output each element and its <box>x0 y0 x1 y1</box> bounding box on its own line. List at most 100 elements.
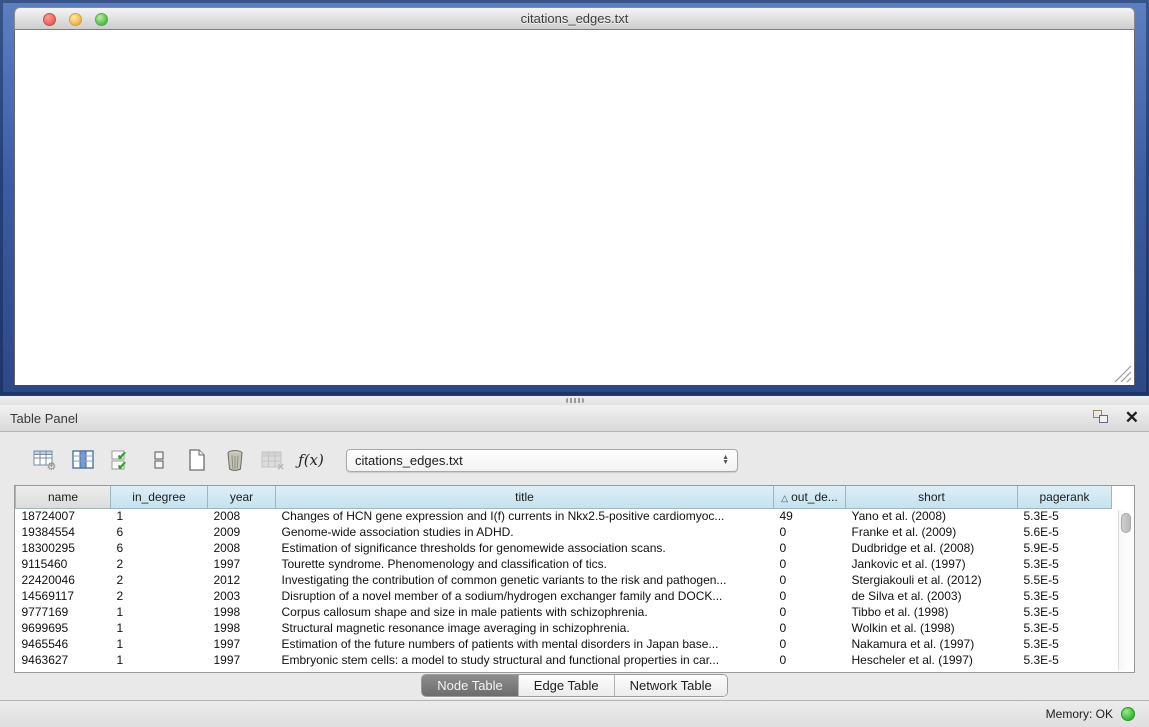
tab-network-table[interactable]: Network Table <box>614 675 727 696</box>
table-cell[interactable]: Stergiakouli et al. (2012) <box>846 572 1018 588</box>
table-row[interactable]: 1830029562008Estimation of significance … <box>16 540 1112 556</box>
table-cell[interactable]: 0 <box>774 636 846 652</box>
table-cell[interactable]: 49 <box>774 508 846 524</box>
table-cell[interactable]: 2 <box>111 556 208 572</box>
close-panel-icon[interactable]: ✕ <box>1125 410 1139 426</box>
table-cell[interactable]: 2008 <box>208 508 276 524</box>
column-header-title[interactable]: title <box>276 486 774 508</box>
table-cell[interactable]: 2012 <box>208 572 276 588</box>
table-cell[interactable]: Estimation of significance thresholds fo… <box>276 540 774 556</box>
table-cell[interactable]: 1 <box>111 604 208 620</box>
table-cell[interactable]: 1997 <box>208 652 276 668</box>
table-cell[interactable]: 5.3E-5 <box>1018 636 1112 652</box>
table-cell[interactable]: 1 <box>111 620 208 636</box>
table-row[interactable]: 946362711997Embryonic stem cells: a mode… <box>16 652 1112 668</box>
table-cell[interactable]: Franke et al. (2009) <box>846 524 1018 540</box>
table-cell[interactable]: 2003 <box>208 588 276 604</box>
table-cell[interactable]: de Silva et al. (2003) <box>846 588 1018 604</box>
table-cell[interactable]: 0 <box>774 556 846 572</box>
table-cell[interactable]: 1997 <box>208 636 276 652</box>
table-cell[interactable]: 1998 <box>208 620 276 636</box>
table-cell[interactable]: 9777169 <box>16 604 111 620</box>
table-selector-dropdown[interactable]: citations_edges.txt ▲▼ <box>346 449 738 472</box>
delete-column-button[interactable] <box>220 445 250 475</box>
column-header-pagerank[interactable]: pagerank <box>1018 486 1112 508</box>
table-cell[interactable]: Tourette syndrome. Phenomenology and cla… <box>276 556 774 572</box>
close-window-button[interactable] <box>43 13 56 26</box>
memory-ok-indicator-icon[interactable] <box>1121 707 1135 721</box>
zoom-window-button[interactable] <box>95 13 108 26</box>
table-row[interactable]: 977716911998Corpus callosum shape and si… <box>16 604 1112 620</box>
table-cell[interactable]: 5.5E-5 <box>1018 572 1112 588</box>
table-cell[interactable]: Dudbridge et al. (2008) <box>846 540 1018 556</box>
table-row[interactable]: 969969511998Structural magnetic resonanc… <box>16 620 1112 636</box>
table-cell[interactable]: Jankovic et al. (1997) <box>846 556 1018 572</box>
table-cell[interactable]: 5.9E-5 <box>1018 540 1112 556</box>
table-cell[interactable]: 9463627 <box>16 652 111 668</box>
table-cell[interactable]: 0 <box>774 604 846 620</box>
tab-edge-table[interactable]: Edge Table <box>518 675 614 696</box>
table-cell[interactable]: Yano et al. (2008) <box>846 508 1018 524</box>
table-cell[interactable]: 5.3E-5 <box>1018 588 1112 604</box>
table-cell[interactable]: Corpus callosum shape and size in male p… <box>276 604 774 620</box>
delete-table-button[interactable]: ✕ <box>258 445 288 475</box>
minimize-window-button[interactable] <box>69 13 82 26</box>
table-cell[interactable]: 18300295 <box>16 540 111 556</box>
table-cell[interactable]: Structural magnetic resonance image aver… <box>276 620 774 636</box>
table-cell[interactable]: 0 <box>774 588 846 604</box>
table-cell[interactable]: 2 <box>111 588 208 604</box>
canvas-resize-grip[interactable] <box>1115 366 1131 382</box>
table-row[interactable]: 911546021997Tourette syndrome. Phenomeno… <box>16 556 1112 572</box>
table-row[interactable]: 1872400712008Changes of HCN gene express… <box>16 508 1112 524</box>
column-header-short[interactable]: short <box>846 486 1018 508</box>
table-cell[interactable]: 1 <box>111 636 208 652</box>
table-cell[interactable]: 2 <box>111 572 208 588</box>
table-cell[interactable]: Tibbo et al. (1998) <box>846 604 1018 620</box>
network-canvas[interactable] <box>14 30 1135 385</box>
table-cell[interactable]: 0 <box>774 524 846 540</box>
table-settings-button[interactable]: ⚙ <box>30 445 60 475</box>
table-cell[interactable]: 1 <box>111 652 208 668</box>
table-cell[interactable]: 5.3E-5 <box>1018 556 1112 572</box>
column-header-in-degree[interactable]: in_degree <box>111 486 208 508</box>
table-cell[interactable]: 9115460 <box>16 556 111 572</box>
table-cell[interactable]: 5.3E-5 <box>1018 620 1112 636</box>
table-cell[interactable]: 6 <box>111 524 208 540</box>
table-row[interactable]: 946554611997Estimation of the future num… <box>16 636 1112 652</box>
tab-node-table[interactable]: Node Table <box>422 675 518 696</box>
table-vertical-scrollbar[interactable] <box>1118 510 1133 670</box>
select-column-button[interactable] <box>68 445 98 475</box>
table-cell[interactable]: Embryonic stem cells: a model to study s… <box>276 652 774 668</box>
table-cell[interactable]: 6 <box>111 540 208 556</box>
table-cell[interactable]: 5.3E-5 <box>1018 652 1112 668</box>
column-header-name[interactable]: name <box>16 486 111 508</box>
table-cell[interactable]: 2009 <box>208 524 276 540</box>
table-cell[interactable]: 0 <box>774 572 846 588</box>
table-cell[interactable]: Wolkin et al. (1998) <box>846 620 1018 636</box>
table-cell[interactable]: Hescheler et al. (1997) <box>846 652 1018 668</box>
scrollbar-thumb[interactable] <box>1121 513 1131 533</box>
table-cell[interactable]: 0 <box>774 652 846 668</box>
float-panel-icon[interactable] <box>1093 410 1111 426</box>
table-cell[interactable]: 5.6E-5 <box>1018 524 1112 540</box>
table-mode-button[interactable] <box>144 445 174 475</box>
table-cell[interactable]: 1 <box>111 508 208 524</box>
table-cell[interactable]: 0 <box>774 620 846 636</box>
show-hide-columns-button[interactable]: ✔ ✔ <box>106 445 136 475</box>
splitter-grip-icon[interactable] <box>566 398 584 403</box>
table-cell[interactable]: 9699695 <box>16 620 111 636</box>
table-row[interactable]: 1938455462009Genome-wide association stu… <box>16 524 1112 540</box>
table-cell[interactable]: 18724007 <box>16 508 111 524</box>
table-row[interactable]: 1456911722003Disruption of a novel membe… <box>16 588 1112 604</box>
table-cell[interactable]: 14569117 <box>16 588 111 604</box>
table-cell[interactable]: 5.3E-5 <box>1018 604 1112 620</box>
column-header-out-degree[interactable]: △out_de... <box>774 486 846 508</box>
table-cell[interactable]: Changes of HCN gene expression and I(f) … <box>276 508 774 524</box>
table-cell[interactable]: Disruption of a novel member of a sodium… <box>276 588 774 604</box>
panel-splitter[interactable] <box>0 395 1149 405</box>
table-cell[interactable]: Genome-wide association studies in ADHD. <box>276 524 774 540</box>
create-new-column-button[interactable] <box>182 445 212 475</box>
table-cell[interactable]: 1997 <box>208 556 276 572</box>
table-cell[interactable]: 2008 <box>208 540 276 556</box>
table-row[interactable]: 2242004622012Investigating the contribut… <box>16 572 1112 588</box>
